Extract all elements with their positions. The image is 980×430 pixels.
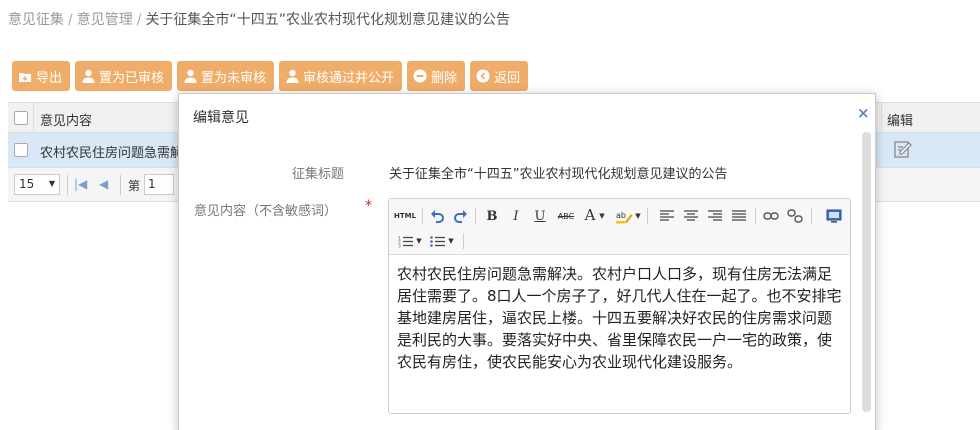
close-icon[interactable]: × <box>857 104 870 122</box>
editor-toolbar: HTML B I U ABC A ▼ ab ▼ 1 2 3 ▼ ▼ <box>389 199 850 255</box>
align-justify-icon[interactable] <box>731 207 747 225</box>
align-right-icon[interactable] <box>707 207 723 225</box>
breadcrumb-item-opinion-collection[interactable]: 意见征集 <box>8 12 64 28</box>
set-reviewed-button[interactable]: 置为已审核 <box>75 61 173 91</box>
column-header-content[interactable]: 意见内容 <box>40 110 92 129</box>
breadcrumb: 意见征集 / 意见管理 / 关于征集全市“十四五”农业农村现代化规划意见建议的公告 <box>8 9 510 29</box>
pager-separator <box>120 175 121 195</box>
minus-circle-icon <box>413 69 427 83</box>
chevron-down-icon[interactable]: ▼ <box>634 207 642 225</box>
dialog-scrollbar[interactable] <box>862 132 871 412</box>
back-icon <box>476 69 490 83</box>
export-icon <box>18 69 32 83</box>
export-button[interactable]: 导出 <box>12 61 71 91</box>
svg-text:ab: ab <box>616 211 626 220</box>
ordered-list-icon[interactable]: 123 <box>397 232 413 250</box>
unordered-list-icon[interactable] <box>429 232 445 250</box>
bold-button[interactable]: B <box>485 207 499 225</box>
strikethrough-button[interactable]: ABC <box>555 207 577 225</box>
redo-icon[interactable] <box>451 207 469 225</box>
set-unreviewed-button[interactable]: 置为未审核 <box>177 61 275 91</box>
toolbar-separator <box>463 233 464 249</box>
breadcrumb-current: 关于征集全市“十四五”农业农村现代化规划意见建议的公告 <box>145 12 510 28</box>
toolbar-separator <box>422 208 423 224</box>
user-icon <box>183 69 197 83</box>
rich-text-editor: HTML B I U ABC A ▼ ab ▼ 1 2 3 ▼ ▼ 农村农民住房… <box>388 198 851 414</box>
breadcrumb-separator: / <box>136 12 142 28</box>
action-toolbar: 导出 置为已审核 置为未审核 审核通过并公开 删除 返回 <box>12 61 533 91</box>
back-button[interactable]: 返回 <box>470 61 529 91</box>
back-label: 返回 <box>494 70 521 86</box>
export-label: 导出 <box>36 70 63 86</box>
row-checkbox[interactable] <box>14 143 28 157</box>
breadcrumb-item-opinion-management[interactable]: 意见管理 <box>77 12 133 28</box>
page-size-value: 15 <box>19 177 35 191</box>
italic-button[interactable]: I <box>509 207 523 225</box>
page-label: 第 <box>128 179 141 193</box>
set-reviewed-label: 置为已审核 <box>99 70 165 86</box>
collection-title-value: 关于征集全市“十四五”农业农村现代化规划意见建议的公告 <box>389 167 728 182</box>
user-icon <box>81 69 95 83</box>
opinion-content-textarea[interactable]: 农村农民住房问题急需解决。农村户口人口多，现有住房无法满足居住需要了。8口人一个… <box>397 263 843 373</box>
toolbar-separator <box>475 208 476 224</box>
unlink-icon[interactable] <box>786 207 804 225</box>
align-center-icon[interactable] <box>683 207 699 225</box>
toolbar-separator <box>755 208 756 224</box>
html-source-button[interactable]: HTML <box>394 207 416 225</box>
prev-page-icon[interactable]: ◀ <box>99 177 108 191</box>
pager-separator <box>67 175 68 195</box>
set-unreviewed-label: 置为未审核 <box>201 70 267 86</box>
breadcrumb-separator: / <box>68 12 73 28</box>
toolbar-separator <box>811 208 812 224</box>
chevron-down-icon[interactable]: ▼ <box>447 232 455 250</box>
dialog-title: 编辑意见 <box>193 110 249 126</box>
select-all-checkbox[interactable] <box>14 111 28 125</box>
toolbar-separator <box>647 208 648 224</box>
link-icon[interactable] <box>762 207 780 225</box>
chevron-down-icon: ▼ <box>48 179 55 188</box>
column-header-edit: 编辑 <box>887 114 914 129</box>
chevron-down-icon[interactable]: ▼ <box>598 207 606 225</box>
collection-title-label: 征集标题 <box>292 167 345 182</box>
page-number-input[interactable]: 1 <box>144 174 174 195</box>
font-color-button[interactable]: A <box>583 206 597 224</box>
align-left-icon[interactable] <box>659 207 675 225</box>
chevron-down-icon[interactable]: ▼ <box>415 232 423 250</box>
first-page-icon[interactable]: |◀ <box>74 177 87 191</box>
fullscreen-icon[interactable] <box>825 207 843 225</box>
approve-publish-label: 审核通过并公开 <box>303 70 395 86</box>
row-content: 农村农民住房问题急需解决 <box>40 146 180 161</box>
user-icon <box>285 69 299 83</box>
highlight-icon[interactable]: ab <box>615 207 633 225</box>
undo-icon[interactable] <box>428 207 446 225</box>
edit-opinion-dialog: 编辑意见 × 征集标题 关于征集全市“十四五”农业农村现代化规划意见建议的公告 … <box>178 93 876 430</box>
delete-button[interactable]: 删除 <box>407 61 466 91</box>
svg-text:3: 3 <box>398 243 401 248</box>
content-label: 意见内容（不含敏感词） <box>194 204 338 219</box>
approve-publish-button[interactable]: 审核通过并公开 <box>279 61 403 91</box>
underline-button[interactable]: U <box>533 207 547 225</box>
required-mark: * <box>365 198 372 214</box>
edit-icon[interactable] <box>893 139 913 163</box>
delete-label: 删除 <box>431 70 458 86</box>
page-size-select[interactable]: 15 ▼ <box>14 174 60 195</box>
